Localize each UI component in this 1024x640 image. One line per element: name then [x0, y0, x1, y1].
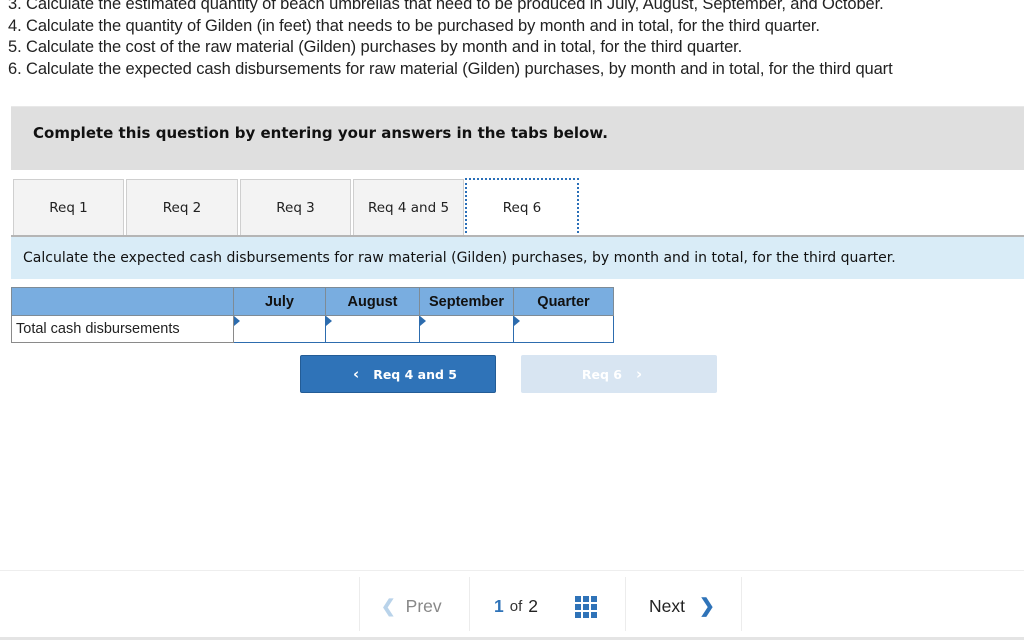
grid-view-icon[interactable] — [575, 596, 597, 618]
tab-req-2[interactable]: Req 2 — [126, 179, 238, 236]
chevron-right-icon: › — [635, 365, 643, 383]
grid-cell — [591, 612, 597, 618]
instruction-line: 6. Calculate the expected cash disbursem… — [8, 59, 893, 78]
grid-cell — [575, 612, 581, 618]
instruction-line: 5. Calculate the cost of the raw materia… — [8, 38, 743, 56]
pager-separator — [741, 577, 742, 631]
header-blank — [11, 287, 234, 316]
next-requirement-button[interactable]: Req 6 › — [521, 355, 717, 393]
september-input-cell[interactable] — [419, 315, 514, 343]
row-label: Total cash disbursements — [11, 315, 234, 343]
instructions-list: 3. Calculate the estimated quantity of b… — [8, 0, 1024, 80]
pager-next-button[interactable]: Next ❯ — [649, 577, 715, 635]
july-cash-disbursements-input[interactable] — [234, 316, 325, 342]
prompt-text: Calculate the expected cash disbursement… — [23, 250, 896, 266]
prev-requirement-button[interactable]: ‹ Req 4 and 5 — [300, 355, 496, 393]
tab-label: Req 3 — [276, 200, 315, 216]
instruction-line: 3. Calculate the estimated quantity of b… — [8, 0, 884, 13]
tab-req-6[interactable]: Req 6 — [465, 178, 579, 237]
august-cash-disbursements-input[interactable] — [326, 316, 419, 342]
pager-separator — [359, 577, 360, 631]
september-cash-disbursements-input[interactable] — [420, 316, 513, 342]
input-flag-icon — [234, 316, 240, 326]
chevron-left-icon: ‹ — [353, 365, 360, 383]
instruction-line: 4. Calculate the quantity of Gilden (in … — [8, 16, 820, 35]
footer-divider — [0, 570, 1024, 571]
august-input-cell[interactable] — [325, 315, 420, 343]
grid-cell — [583, 604, 589, 610]
table-header-row: July August September Quarter — [11, 287, 614, 316]
pager-prev-button[interactable]: ❮ Prev — [381, 577, 442, 635]
tab-label: Req 1 — [49, 200, 88, 216]
grid-cell — [583, 596, 589, 602]
pager-next-label: Next — [649, 595, 685, 616]
quarter-cash-disbursements-input[interactable] — [514, 316, 613, 342]
grid-cell — [583, 612, 589, 618]
tab-label: Req 4 and 5 — [367, 200, 450, 216]
input-flag-icon — [420, 316, 426, 326]
banner-text: Complete this question by entering your … — [33, 124, 608, 142]
pager-separator — [469, 577, 470, 631]
grid-cell — [591, 596, 597, 602]
input-flag-icon — [326, 316, 332, 326]
tab-req-4-and-5[interactable]: Req 4 and 5 — [353, 179, 464, 236]
grid-cell — [575, 604, 581, 610]
quarter-input-cell[interactable] — [513, 315, 614, 343]
grid-cell — [591, 604, 597, 610]
pager-separator — [625, 577, 626, 631]
chevron-right-icon: ❯ — [698, 595, 715, 617]
chevron-left-icon: ❮ — [381, 595, 396, 616]
tab-label: Req 2 — [162, 200, 202, 216]
tab-label: Req 6 — [502, 199, 542, 216]
table-row: Total cash disbursements — [11, 315, 614, 343]
prev-requirement-label: Req 4 and 5 — [373, 366, 457, 382]
next-requirement-label: Req 6 — [581, 366, 622, 382]
header-september: September — [419, 287, 514, 316]
pager-count: 1 of 2 — [494, 577, 538, 635]
pager-prev-label: Prev — [405, 595, 442, 616]
instruction-banner: Complete this question by entering your … — [11, 106, 1024, 170]
pager-of-label: of — [509, 597, 523, 615]
requirement-prompt: Calculate the expected cash disbursement… — [11, 237, 1024, 279]
header-quarter: Quarter — [513, 287, 614, 316]
input-flag-icon — [514, 316, 520, 326]
answer-table: July August September Quarter Total cash… — [11, 287, 614, 343]
header-july: July — [233, 287, 326, 316]
july-input-cell[interactable] — [233, 315, 326, 343]
header-august: August — [325, 287, 420, 316]
current-page: 1 — [494, 595, 504, 616]
tab-req-1[interactable]: Req 1 — [13, 179, 124, 236]
total-pages: 2 — [528, 595, 538, 616]
tab-req-3[interactable]: Req 3 — [240, 179, 351, 236]
grid-cell — [575, 596, 581, 602]
